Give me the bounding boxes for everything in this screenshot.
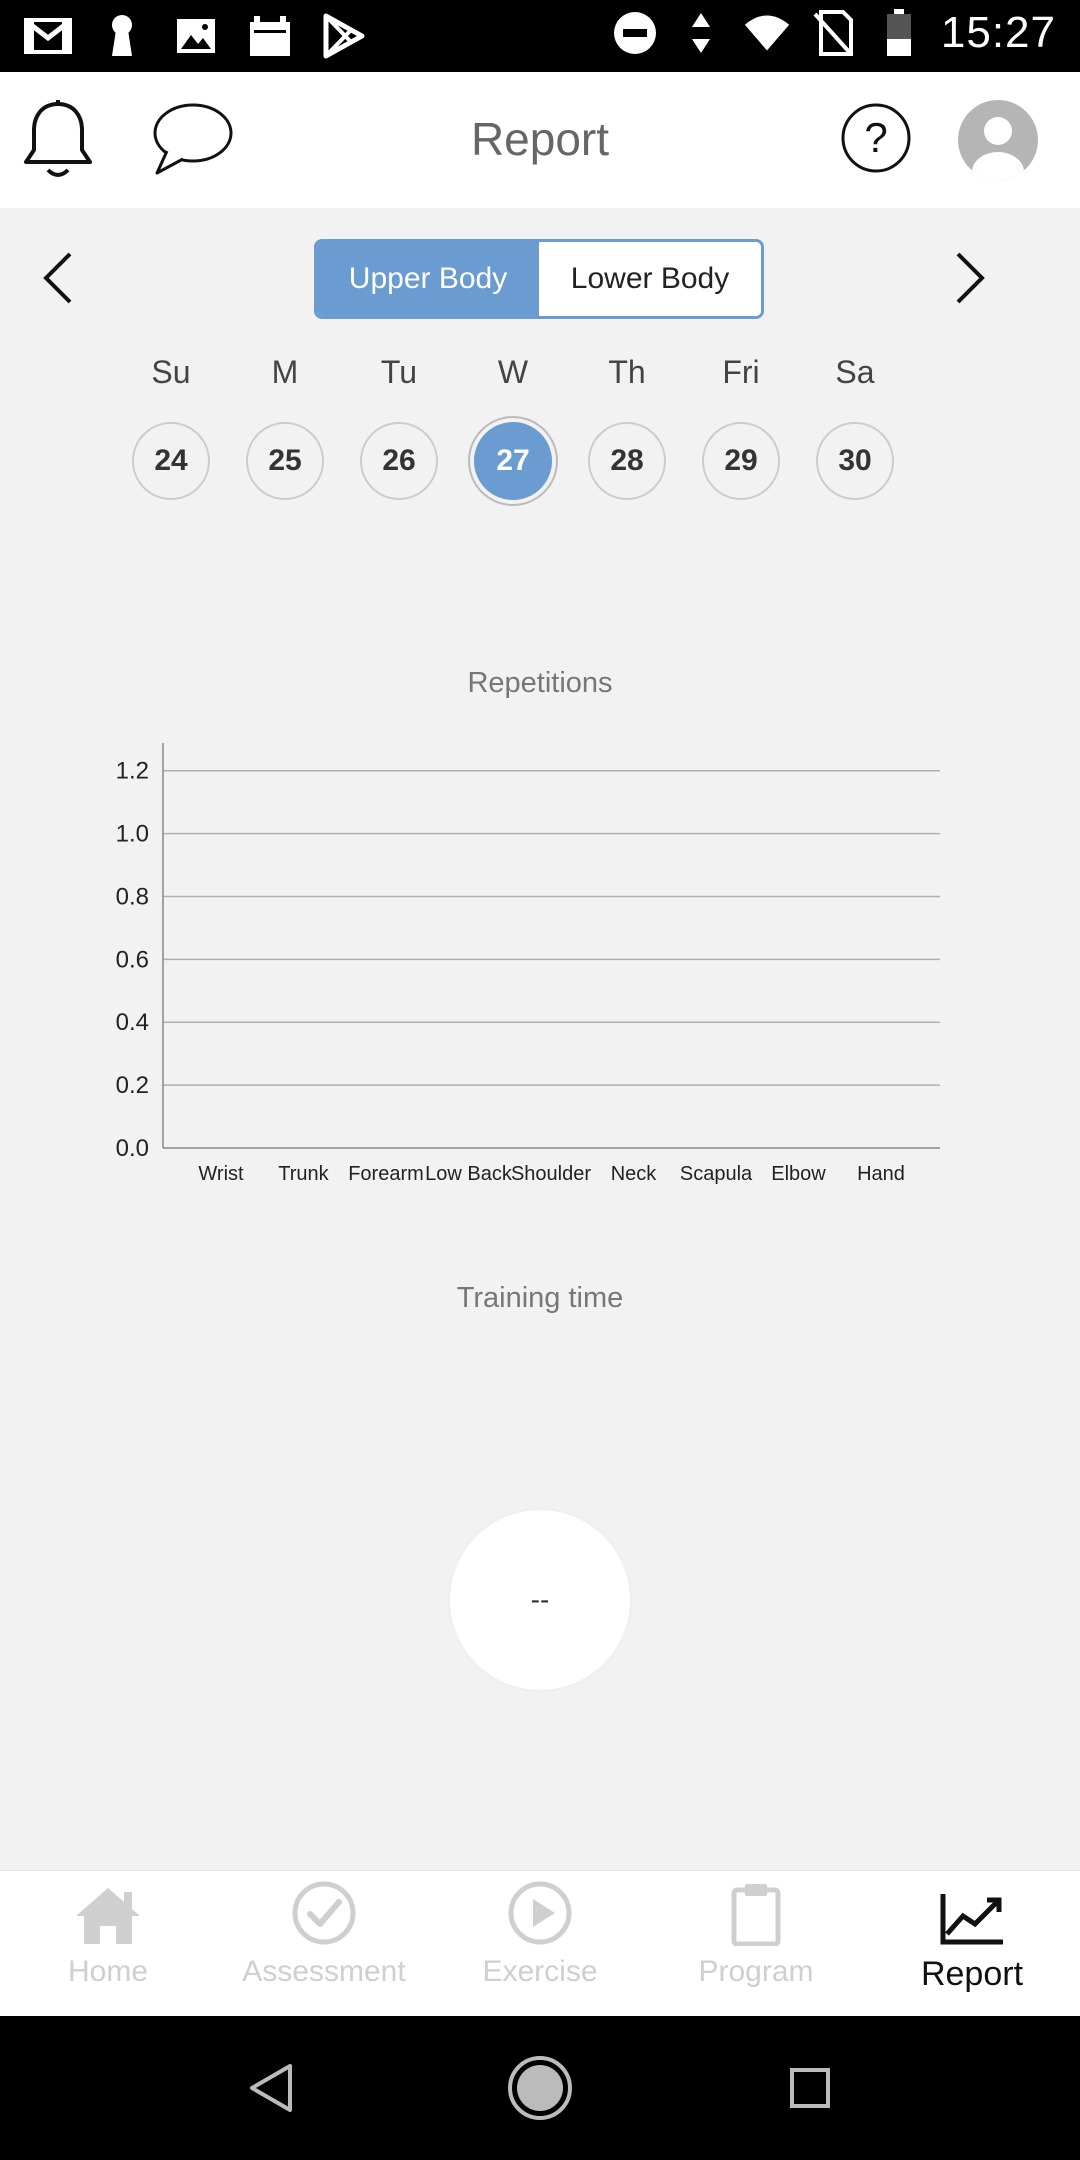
day-number: 25 bbox=[246, 422, 324, 500]
day-label: Th bbox=[608, 354, 646, 390]
tab-home[interactable]: Home bbox=[0, 1871, 216, 2017]
tab-program[interactable]: Program bbox=[648, 1871, 864, 2017]
repetitions-title: Repetitions bbox=[467, 667, 613, 699]
x-tick-label: Wrist bbox=[198, 1163, 244, 1185]
repetitions-chart: 0.0 0.2 0.4 0.6 0.8 1.0 1.2 Wrist Trunk Forearm Lo… bbox=[100, 740, 960, 1200]
x-tick-label: Forearm bbox=[348, 1163, 424, 1185]
tab-assessment[interactable]: Assessment bbox=[216, 1871, 432, 2017]
y-tick-label: 0.0 bbox=[116, 1135, 149, 1162]
training-time-value: -- bbox=[450, 1510, 630, 1690]
day-number: 24 bbox=[132, 422, 210, 500]
y-tick-label: 0.2 bbox=[116, 1072, 149, 1099]
play-circle-icon bbox=[507, 1880, 573, 1951]
day-label: Sa bbox=[835, 354, 875, 390]
day-m[interactable]: M 25 bbox=[245, 352, 325, 500]
day-tu[interactable]: Tu 26 bbox=[359, 352, 439, 500]
day-number: 26 bbox=[360, 422, 438, 500]
back-icon[interactable] bbox=[238, 2056, 302, 2120]
day-sa[interactable]: Sa 30 bbox=[815, 352, 895, 500]
week-days: Su 24 M 25 Tu 26 W 27 Th 28 Fri 29 Sa 30 bbox=[0, 352, 1080, 502]
day-label: M bbox=[271, 354, 299, 390]
prev-week-button[interactable] bbox=[28, 248, 88, 308]
day-number: 28 bbox=[588, 422, 666, 500]
repetitions-chart-svg: 0.0 0.2 0.4 0.6 0.8 1.0 1.2 Wrist Trunk Forearm Lo… bbox=[116, 743, 940, 1185]
day-su[interactable]: Su 24 bbox=[131, 352, 211, 500]
status-bar: 15:27 bbox=[0, 0, 1080, 72]
body-part-toggle: Upper Body Lower Body bbox=[314, 239, 764, 319]
y-tick-label: 0.6 bbox=[116, 946, 149, 973]
y-tick-label: 1.0 bbox=[116, 821, 149, 848]
x-tick-label: Shoulder bbox=[511, 1163, 591, 1185]
page-title: Report bbox=[470, 113, 610, 165]
recents-icon[interactable] bbox=[778, 2056, 842, 2120]
day-number: 29 bbox=[702, 422, 780, 500]
day-number: 30 bbox=[816, 422, 894, 500]
x-tick-label: Elbow bbox=[771, 1163, 826, 1185]
bottom-tab-bar: Home Assessment Exercise Program Report bbox=[0, 1870, 1080, 2016]
dnd-icon bbox=[611, 9, 659, 57]
day-label: W bbox=[497, 354, 529, 390]
no-sim-icon bbox=[809, 9, 857, 57]
x-tick-label: Scapula bbox=[680, 1163, 753, 1185]
tab-label: Assessment bbox=[242, 1955, 406, 1988]
day-label: Su bbox=[151, 354, 191, 390]
y-tick-label: 0.8 bbox=[116, 883, 149, 910]
tab-report[interactable]: Report bbox=[864, 1871, 1080, 2017]
profile-icon[interactable] bbox=[956, 98, 1040, 182]
y-tick-label: 1.2 bbox=[116, 758, 149, 785]
clipboard-icon bbox=[730, 1882, 782, 1951]
day-fri[interactable]: Fri 29 bbox=[701, 352, 781, 500]
next-week-button[interactable] bbox=[940, 248, 1000, 308]
tab-exercise[interactable]: Exercise bbox=[432, 1871, 648, 2017]
day-label: Fri bbox=[722, 354, 760, 390]
home-icon bbox=[72, 1884, 144, 1951]
app-header: Report ? bbox=[0, 72, 1080, 208]
tab-label: Home bbox=[67, 1955, 149, 1988]
tab-label: Program bbox=[698, 1955, 814, 1988]
keyhole-icon bbox=[98, 12, 146, 60]
battery-icon bbox=[875, 9, 923, 57]
day-number: 27 bbox=[474, 422, 552, 500]
x-tick-label: Hand bbox=[857, 1163, 905, 1185]
help-icon[interactable]: ? bbox=[838, 100, 914, 176]
tab-label: Exercise bbox=[482, 1955, 598, 1988]
status-time: 15:27 bbox=[940, 8, 1056, 57]
home-circle-icon[interactable] bbox=[508, 2056, 572, 2120]
svg-text:?: ? bbox=[864, 114, 887, 161]
image-icon bbox=[172, 12, 220, 60]
x-tick-label: Low Back bbox=[425, 1163, 513, 1185]
wifi-icon bbox=[743, 9, 791, 57]
upper-body-tab[interactable]: Upper Body bbox=[317, 242, 539, 316]
tab-label: Report bbox=[920, 1955, 1024, 1993]
lower-body-tab[interactable]: Lower Body bbox=[539, 242, 761, 316]
system-nav-bar bbox=[0, 2016, 1080, 2160]
x-tick-label: Neck bbox=[611, 1163, 658, 1185]
gmail-icon bbox=[24, 12, 72, 60]
day-w[interactable]: W 27 bbox=[473, 352, 553, 500]
training-time-title: Training time bbox=[456, 1282, 624, 1314]
data-arrows-icon bbox=[677, 9, 725, 57]
y-tick-label: 0.4 bbox=[116, 1009, 149, 1036]
day-th[interactable]: Th 28 bbox=[587, 352, 667, 500]
play-store-icon bbox=[320, 12, 368, 60]
trend-chart-icon bbox=[939, 1892, 1005, 1951]
calendar-icon bbox=[246, 12, 294, 60]
x-tick-label: Trunk bbox=[278, 1163, 329, 1185]
check-circle-icon bbox=[291, 1880, 357, 1951]
day-label: Tu bbox=[380, 354, 418, 390]
